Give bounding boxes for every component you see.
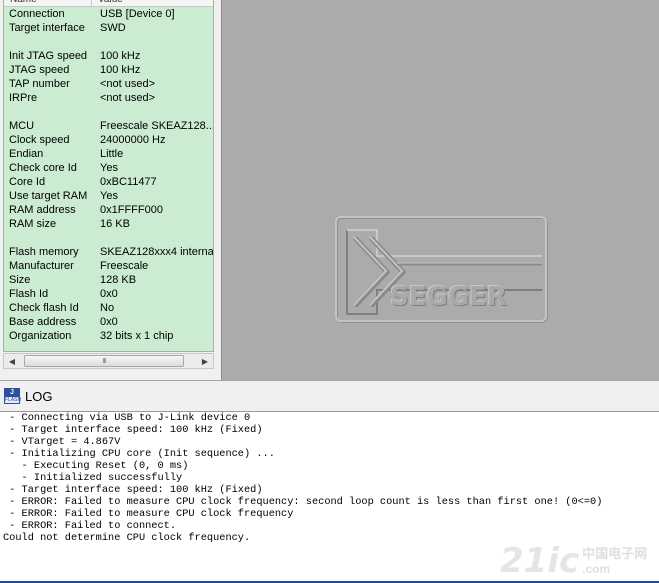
log-line: - Executing Reset (0, 0 ms) [3,460,189,472]
property-row[interactable]: Base address 0x0 [4,315,213,329]
property-value: Yes [100,190,118,202]
property-row[interactable]: Core Id 0xBC11477 [4,175,213,189]
log-line: - Initializing CPU core (Init sequence) … [3,448,275,460]
property-row[interactable]: Manufacturer Freescale [4,259,213,273]
property-row[interactable]: Check core Id Yes [4,161,213,175]
property-value: SKEAZ128xxx4 internal [100,246,213,258]
property-name: Manufacturer [9,260,74,272]
icon-text-bottom: FLASH [5,397,22,403]
watermark-cn-text: 中国电子网 [582,546,648,561]
log-line: - ERROR: Failed to measure CPU clock fre… [3,508,294,520]
property-name: Flash Id [9,288,49,300]
scroll-left-icon[interactable]: ◀ [4,354,20,368]
property-name: JTAG speed [9,64,70,76]
property-name: Organization [9,330,72,342]
header-name[interactable]: Name [4,0,92,6]
log-line: - VTarget = 4.867V [3,436,121,448]
log-line: - Initialized successfully [3,472,183,484]
property-name: Core Id [9,176,46,188]
property-value: Little [100,148,124,160]
property-row[interactable]: RAM address 0x1FFFF000 [4,203,213,217]
property-row[interactable]: Size 128 KB [4,273,213,287]
property-row[interactable]: JTAG speed 100 kHz [4,63,213,77]
log-line: - Target interface speed: 100 kHz (Fixed… [3,484,263,496]
property-name: IRPre [9,92,38,104]
property-value: 0x0 [100,316,118,328]
site-watermark: 21ic 中国电子网 .com [500,538,647,580]
property-row[interactable]: RAM size 16 KB [4,217,213,231]
property-row[interactable]: Flash Id 0x0 [4,287,213,301]
property-row[interactable]: Target interface SWD [4,21,213,35]
property-value: 16 KB [100,218,130,230]
property-row[interactable]: Check flash Id No [4,301,213,315]
property-value: 100 kHz [100,64,141,76]
properties-header: Name Value [4,0,213,7]
property-value: 0x1FFFF000 [100,204,163,216]
watermark-com-text: .com [582,562,611,576]
log-titlebar: J FLASH LOG [0,381,659,411]
scroll-right-icon[interactable]: ▶ [197,354,213,368]
property-name: Base address [9,316,77,328]
property-value: 0xBC11477 [100,176,157,188]
log-line: - Connecting via USB to J-Link device 0 [3,412,251,424]
property-row[interactable]: Init JTAG speed 100 kHz [4,49,213,63]
properties-panel: Name Value ConnectionUSB [Device 0]Targe… [0,0,222,380]
property-row[interactable]: MCU Freescale SKEAZ128... [4,119,213,133]
property-name: Check core Id [9,162,77,174]
property-name: Use target RAM [9,190,88,202]
property-name: Endian [9,148,44,160]
property-name: Clock speed [9,134,70,146]
property-row[interactable]: Connection USB [Device 0] [4,7,213,21]
property-spacer [4,105,213,119]
segger-logo: SEGGER [335,216,547,322]
log-line: - ERROR: Failed to connect. [3,520,177,532]
property-name: Flash memory [9,246,79,258]
icon-text-top: J [5,389,19,397]
property-value: No [100,302,115,314]
property-value: <not used> [100,78,156,90]
properties-list[interactable]: Name Value ConnectionUSB [Device 0]Targe… [3,0,214,352]
property-name: Init JTAG speed [9,50,88,62]
property-value: 100 kHz [100,50,141,62]
horizontal-scrollbar[interactable]: ◀ III ▶ [3,353,214,369]
log-line: - ERROR: Failed to measure CPU clock fre… [3,496,603,508]
property-row[interactable]: Organization 32 bits x 1 chip [4,329,213,343]
property-name: Size [9,274,31,286]
logo-canvas: SEGGER [223,0,659,380]
scroll-track[interactable]: III [20,355,197,367]
properties-rows: Connection USB [Device 0] Target interface… [4,7,213,343]
property-row[interactable]: Use target RAM Yes [4,189,213,203]
property-value: Freescale SKEAZ128... [100,120,213,132]
property-row[interactable]: TAP number <not used> [4,77,213,91]
property-spacer [4,35,213,49]
property-name: RAM address [9,204,76,216]
property-spacer [4,231,213,245]
segger-wordmark: SEGGER [390,282,507,312]
property-value: 32 bits x 1 chip [100,330,174,342]
property-name: Connection [9,8,65,20]
property-name: MCU [9,120,35,132]
property-row[interactable]: Endian Little [4,147,213,161]
header-value[interactable]: Value [92,0,123,6]
property-row[interactable]: IRPre <not used> [4,91,213,105]
property-name: Target interface [9,22,85,34]
property-value: USB [Device 0] [100,8,175,20]
property-value: 24000000 Hz [100,134,166,146]
scroll-thumb[interactable]: III [24,355,184,367]
jflash-app-icon: J FLASH [4,388,22,404]
property-name: RAM size [9,218,57,230]
log-title: LOG [25,388,53,404]
watermark-logo-text: 21ic [500,541,580,581]
property-value: SWD [100,22,126,34]
property-value: 0x0 [100,288,118,300]
property-name: Check flash Id [9,302,79,314]
log-line: - Target interface speed: 100 kHz (Fixed… [3,424,263,436]
property-value: Yes [100,162,118,174]
property-name: TAP number [9,78,70,90]
property-row[interactable]: Flash memory SKEAZ128xxx4 internal [4,245,213,259]
property-row[interactable]: Clock speed 24000000 Hz [4,133,213,147]
property-value: <not used> [100,92,156,104]
property-value: 128 KB [100,274,137,286]
property-value: Freescale [100,260,149,272]
